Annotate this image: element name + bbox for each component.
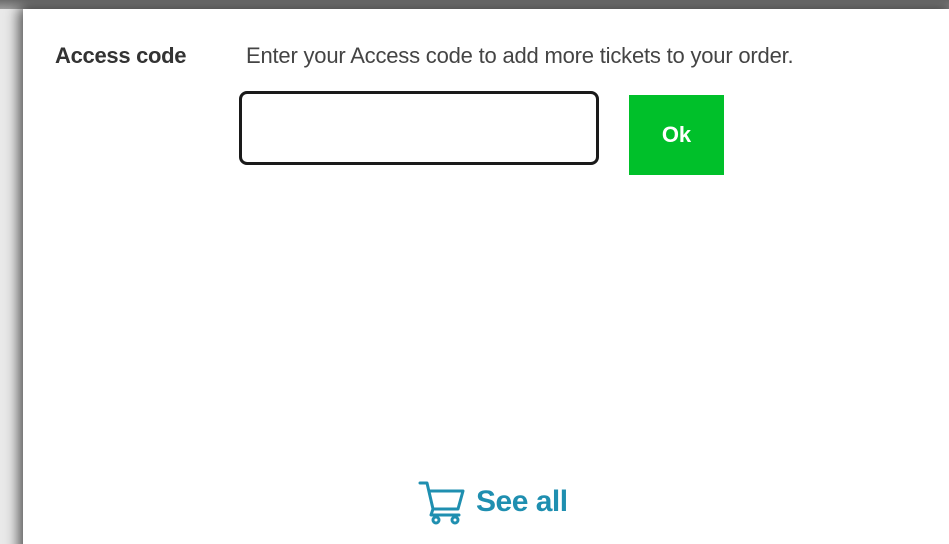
shopping-cart-icon [418,479,466,525]
access-code-hint: Enter your Access code to add more ticke… [246,43,794,68]
see-all-link[interactable]: See all [418,479,568,525]
access-code-label: Access code [55,43,187,68]
access-code-panel: Access code Enter your Access code to ad… [23,9,949,544]
see-all-label: See all [476,485,568,518]
ok-button[interactable]: Ok [629,95,724,175]
access-code-input[interactable] [239,91,599,165]
top-bar [0,0,949,9]
page-frame: Access code Enter your Access code to ad… [0,0,949,544]
